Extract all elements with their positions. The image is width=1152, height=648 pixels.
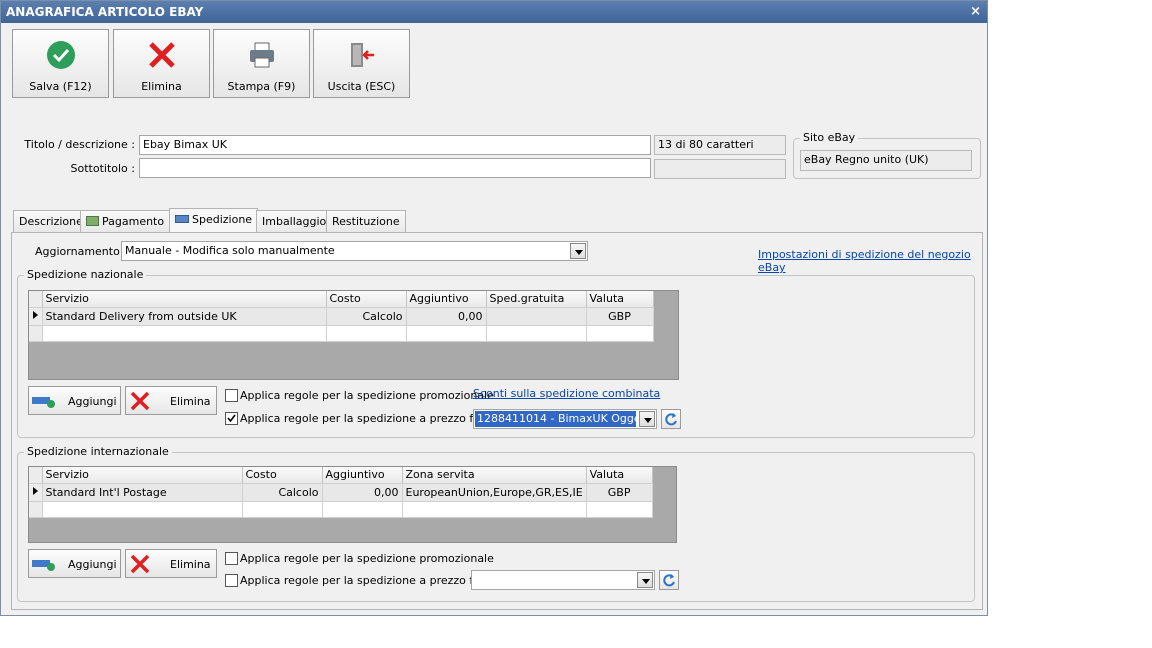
new-row[interactable] bbox=[29, 325, 654, 342]
col-costo[interactable]: Costo bbox=[242, 467, 323, 484]
international-group-label: Spedizione internazionale bbox=[24, 445, 172, 458]
domestic-add-button[interactable]: Aggiungi bbox=[28, 386, 121, 415]
international-promo-label: Applica regole per la spedizione promozi… bbox=[240, 552, 494, 565]
col-servizio[interactable]: Servizio bbox=[42, 291, 327, 308]
window-title: ANAGRAFICA ARTICOLO EBAY bbox=[6, 5, 204, 19]
delete-label: Elimina bbox=[141, 80, 182, 93]
table-row[interactable]: Standard Delivery from outside UK Calcol… bbox=[29, 307, 654, 326]
combined-discount-link[interactable]: Sconti sulla spedizione combinata bbox=[473, 387, 660, 400]
col-costo[interactable]: Costo bbox=[326, 291, 407, 308]
printer-icon bbox=[250, 42, 274, 68]
col-aggiuntivo[interactable]: Aggiuntivo bbox=[322, 467, 403, 484]
tab-descrizione[interactable]: Descrizione bbox=[13, 210, 89, 232]
title-input[interactable]: Ebay Bimax UK bbox=[139, 135, 651, 155]
subtitle-label: Sottotitolo : bbox=[70, 162, 135, 175]
main-window: ANAGRAFICA ARTICOLO EBAY × Salva (F12) E… bbox=[0, 0, 988, 616]
store-shipping-link[interactable]: Impostazioni di spedizione del negozio e… bbox=[758, 248, 982, 274]
domestic-group-label: Spedizione nazionale bbox=[24, 268, 147, 281]
domestic-flat-checkbox[interactable] bbox=[225, 412, 238, 425]
site-group: Sito eBay eBay Regno unito (UK) bbox=[793, 131, 981, 179]
domestic-delete-button[interactable]: Elimina bbox=[125, 386, 217, 415]
site-value: eBay Regno unito (UK) bbox=[800, 150, 972, 171]
exit-label: Uscita (ESC) bbox=[327, 80, 396, 93]
col-zona-servita[interactable]: Zona servita bbox=[402, 467, 587, 484]
delete-x-icon bbox=[130, 391, 150, 411]
tab-spedizione[interactable]: Spedizione bbox=[169, 208, 259, 233]
add-row-icon bbox=[32, 397, 55, 408]
shipping-tab-panel: Aggiornamento : Manuale - Modifica solo … bbox=[11, 232, 983, 610]
international-delete-button[interactable]: Elimina bbox=[125, 549, 217, 578]
refresh-icon bbox=[665, 413, 677, 426]
shipping-truck-icon bbox=[175, 215, 189, 223]
col-valuta[interactable]: Valuta bbox=[586, 467, 653, 484]
exit-door-icon bbox=[351, 43, 374, 67]
row-pointer-icon bbox=[29, 307, 43, 326]
chevron-down-icon[interactable] bbox=[637, 572, 653, 588]
title-bar: ANAGRAFICA ARTICOLO EBAY × bbox=[1, 1, 987, 23]
col-sped-gratuita[interactable]: Sped.gratuita bbox=[486, 291, 587, 308]
international-flat-checkbox[interactable] bbox=[225, 574, 238, 587]
subtitle-count bbox=[654, 159, 786, 179]
international-flat-label: Applica regole per la spedizione a prezz… bbox=[240, 574, 495, 587]
international-promo-checkbox[interactable] bbox=[225, 552, 238, 565]
table-row[interactable]: Standard Int'l Postage Calcolo 0,00 Euro… bbox=[29, 483, 653, 502]
tab-restituzione[interactable]: Restituzione bbox=[326, 210, 406, 232]
print-label: Stampa (F9) bbox=[227, 80, 296, 93]
international-flat-profile-select[interactable] bbox=[471, 570, 655, 590]
exit-button[interactable]: Uscita (ESC) bbox=[313, 29, 410, 98]
domestic-grid[interactable]: Servizio Costo Aggiuntivo Sped.gratuita … bbox=[28, 290, 679, 380]
save-button[interactable]: Salva (F12) bbox=[12, 29, 109, 98]
chevron-down-icon[interactable] bbox=[639, 411, 655, 427]
tab-pagamento[interactable]: Pagamento bbox=[80, 210, 171, 232]
site-group-label: Sito eBay bbox=[800, 131, 859, 144]
check-icon bbox=[47, 41, 75, 69]
international-add-button[interactable]: Aggiungi bbox=[28, 549, 121, 578]
title-label: Titolo / descrizione : bbox=[24, 138, 135, 151]
international-grid[interactable]: Servizio Costo Aggiuntivo Zona servita V… bbox=[28, 466, 677, 543]
money-icon bbox=[86, 216, 99, 226]
char-count: 13 di 80 caratteri bbox=[654, 135, 786, 155]
close-icon[interactable]: × bbox=[970, 1, 981, 23]
row-pointer-icon bbox=[29, 483, 43, 502]
new-row[interactable] bbox=[29, 501, 653, 518]
checkmark-icon bbox=[227, 414, 236, 423]
domestic-flat-label: Applica regole per la spedizione a prezz… bbox=[240, 412, 495, 425]
refresh-icon bbox=[663, 574, 675, 587]
delete-x-icon bbox=[130, 554, 150, 574]
update-select[interactable]: Manuale - Modifica solo manualmente bbox=[121, 241, 588, 261]
save-label: Salva (F12) bbox=[29, 80, 92, 93]
delete-button[interactable]: Elimina bbox=[113, 29, 210, 98]
domestic-flat-profile-select[interactable]: 1288411014 - BimaxUK Oggetto : bbox=[473, 409, 657, 429]
tab-imballaggio[interactable]: Imballaggio bbox=[256, 210, 333, 232]
print-button[interactable]: Stampa (F9) bbox=[213, 29, 310, 98]
delete-x-icon bbox=[149, 42, 175, 68]
international-refresh-button[interactable] bbox=[659, 570, 679, 590]
domestic-refresh-button[interactable] bbox=[661, 409, 681, 429]
col-servizio[interactable]: Servizio bbox=[42, 467, 243, 484]
international-shipping-group: Spedizione internazionale Servizio Costo… bbox=[17, 445, 975, 602]
domestic-shipping-group: Spedizione nazionale Servizio Costo Aggi… bbox=[17, 268, 975, 438]
subtitle-input[interactable] bbox=[139, 158, 651, 178]
update-label: Aggiornamento : bbox=[35, 245, 128, 258]
domestic-promo-label: Applica regole per la spedizione promozi… bbox=[240, 389, 494, 402]
domestic-promo-checkbox[interactable] bbox=[225, 389, 238, 402]
add-row-icon bbox=[32, 560, 55, 571]
chevron-down-icon[interactable] bbox=[570, 243, 586, 259]
col-valuta[interactable]: Valuta bbox=[586, 291, 654, 308]
col-aggiuntivo[interactable]: Aggiuntivo bbox=[406, 291, 487, 308]
